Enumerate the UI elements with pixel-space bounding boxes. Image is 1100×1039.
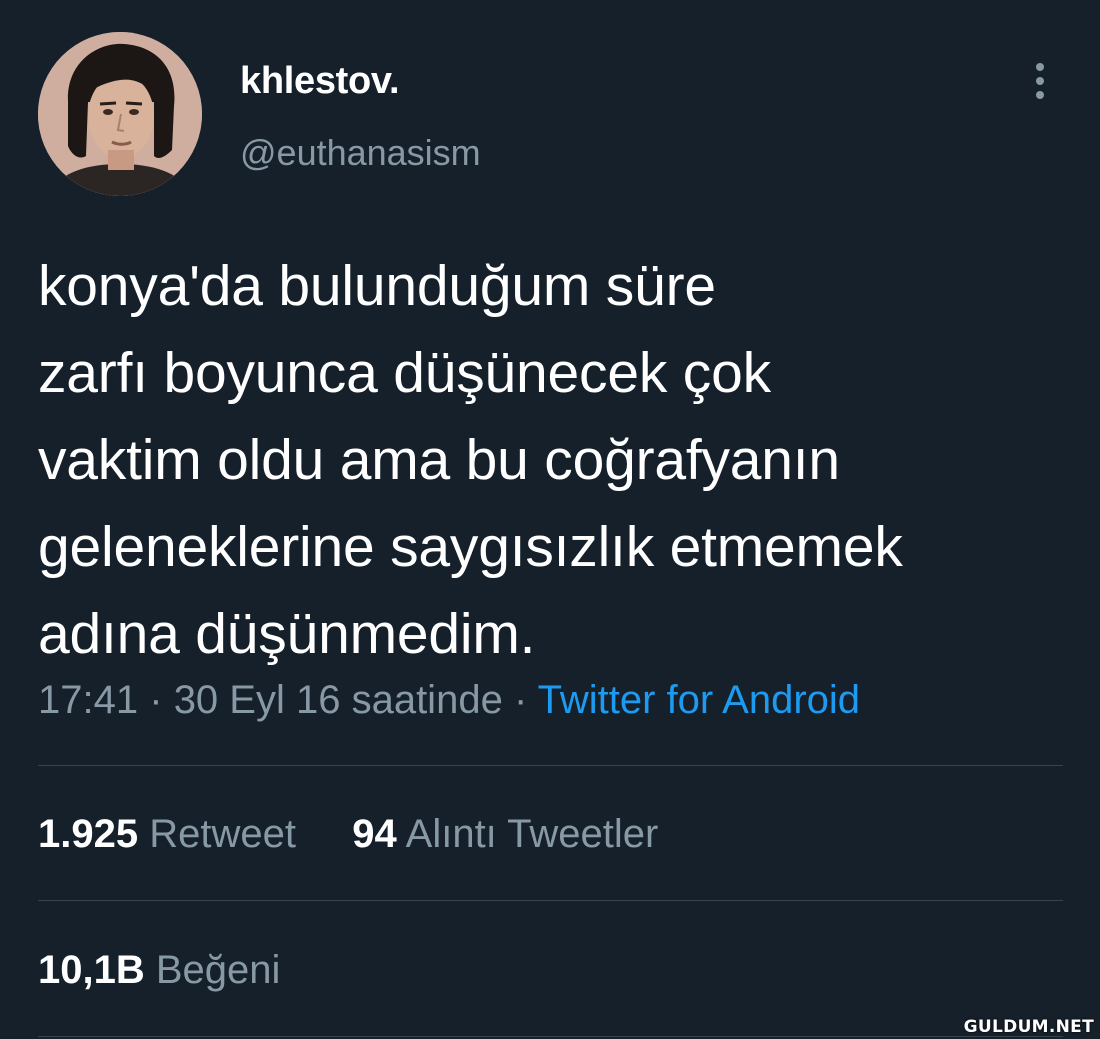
tweet-time[interactable]: 17:41 (38, 678, 138, 722)
quotes-stat[interactable]: 94 Alıntı Tweetler (352, 812, 658, 856)
stats-row-likes: 10,1B Beğeni (38, 948, 280, 993)
more-vertical-icon (1036, 63, 1044, 71)
tweet-text: konya'da bulunduğum süre zarfı boyunca d… (38, 254, 903, 666)
more-vertical-icon-dot (1036, 91, 1044, 99)
more-options-button[interactable] (1020, 58, 1060, 104)
display-name[interactable]: khlestov. (240, 60, 400, 103)
tweet-source-link[interactable]: Twitter for Android (538, 678, 860, 722)
meta-separator: · (513, 678, 528, 722)
user-handle[interactable]: @euthanasism (240, 132, 481, 174)
retweets-label: Retweet (149, 812, 296, 856)
divider (38, 765, 1063, 766)
divider (38, 900, 1063, 901)
stats-row-retweets: 1.925 Retweet 94 Alıntı Tweetler (38, 812, 658, 857)
watermark: GULDUM.NET (963, 1017, 1094, 1037)
likes-count: 10,1B (38, 948, 145, 992)
avatar[interactable] (38, 32, 202, 196)
tweet-date[interactable]: 30 Eyl 16 saatinde (174, 678, 503, 722)
meta-separator: · (149, 678, 163, 722)
retweets-stat[interactable]: 1.925 Retweet (38, 812, 307, 856)
quotes-count: 94 (352, 812, 397, 856)
likes-label: Beğeni (155, 948, 281, 992)
divider (38, 1036, 1063, 1037)
retweets-count: 1.925 (38, 812, 139, 856)
quotes-label: Alıntı Tweetler (405, 812, 659, 856)
likes-stat[interactable]: 10,1B Beğeni (38, 948, 280, 992)
more-vertical-icon-dot (1036, 77, 1044, 85)
tweet-meta: 17:41 · 30 Eyl 16 saatinde · Twitter for… (38, 678, 860, 723)
